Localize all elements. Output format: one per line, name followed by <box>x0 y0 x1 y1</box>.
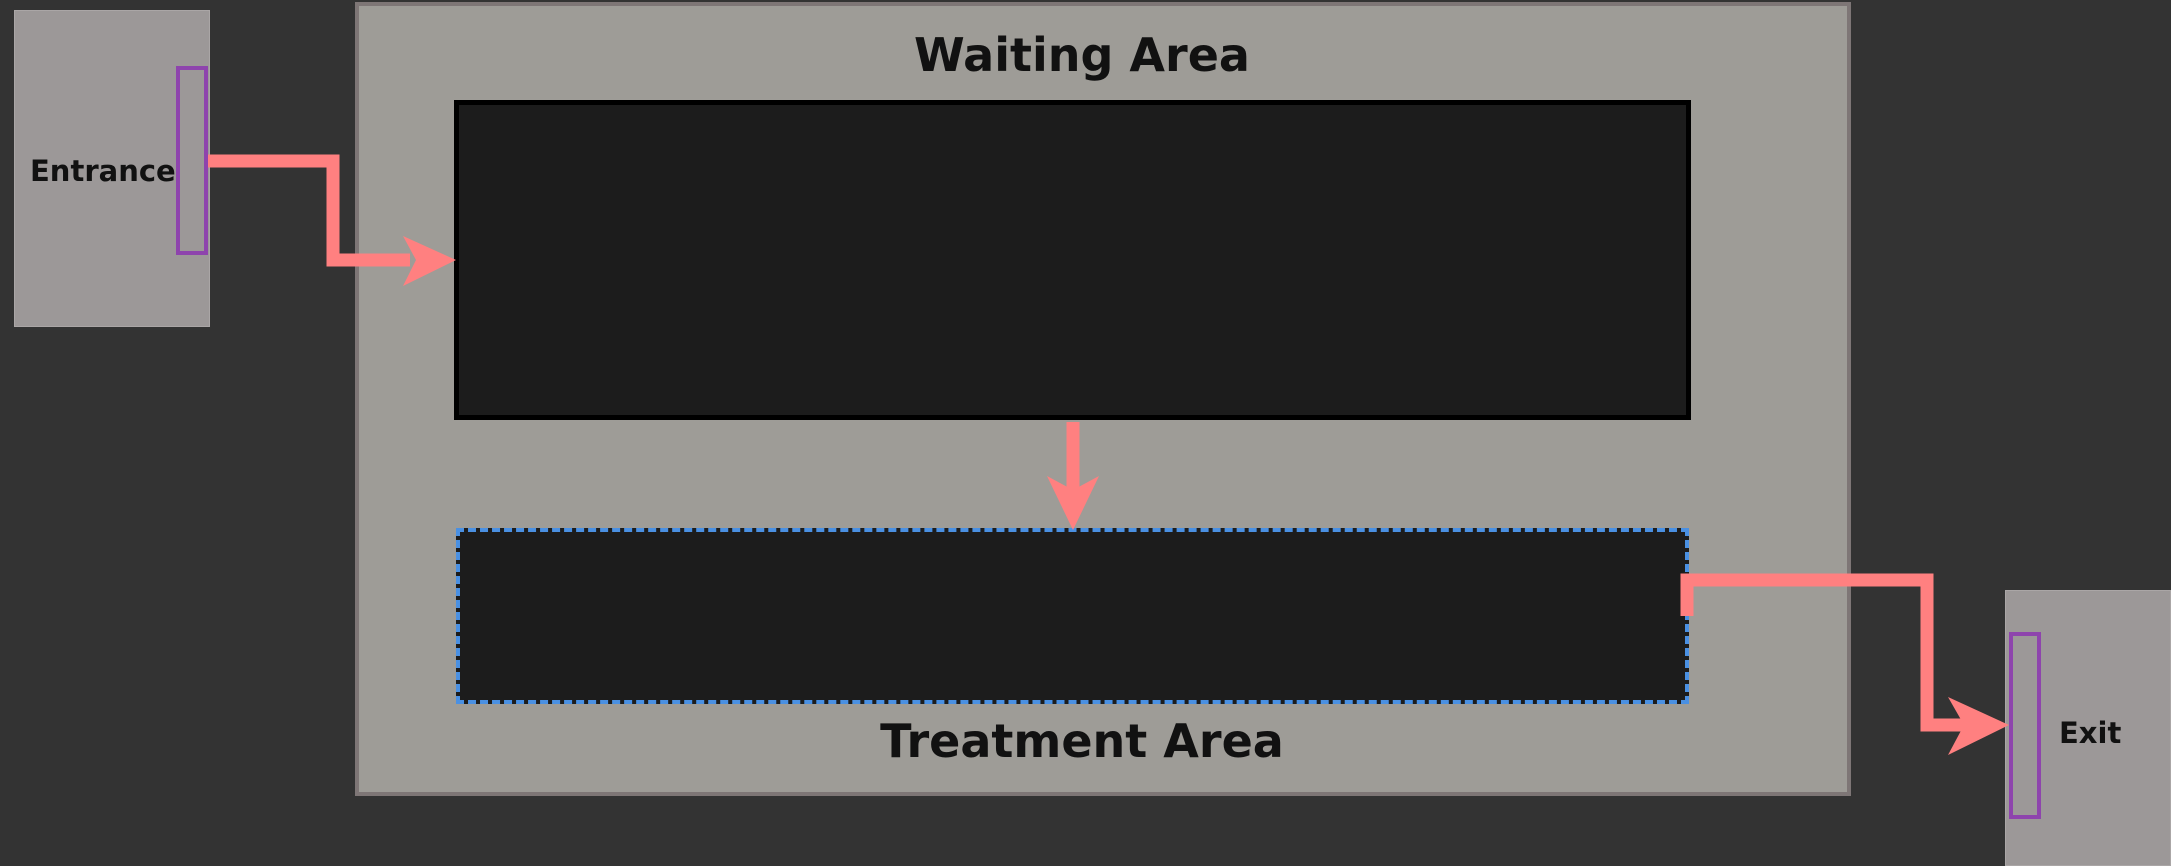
exit-door-icon <box>2009 632 2041 819</box>
treatment-area <box>456 528 1689 704</box>
treatment-area-title: Treatment Area <box>880 714 1284 768</box>
entrance-label: Entrance <box>30 154 176 188</box>
entrance-door-icon <box>176 66 208 255</box>
arrowhead-icon <box>1948 697 2009 755</box>
waiting-area <box>454 100 1691 420</box>
floor-plan-canvas: Entrance Waiting Area Treatment Area Exi… <box>0 0 2171 866</box>
waiting-area-title: Waiting Area <box>914 28 1250 82</box>
exit-label: Exit <box>2059 716 2122 750</box>
